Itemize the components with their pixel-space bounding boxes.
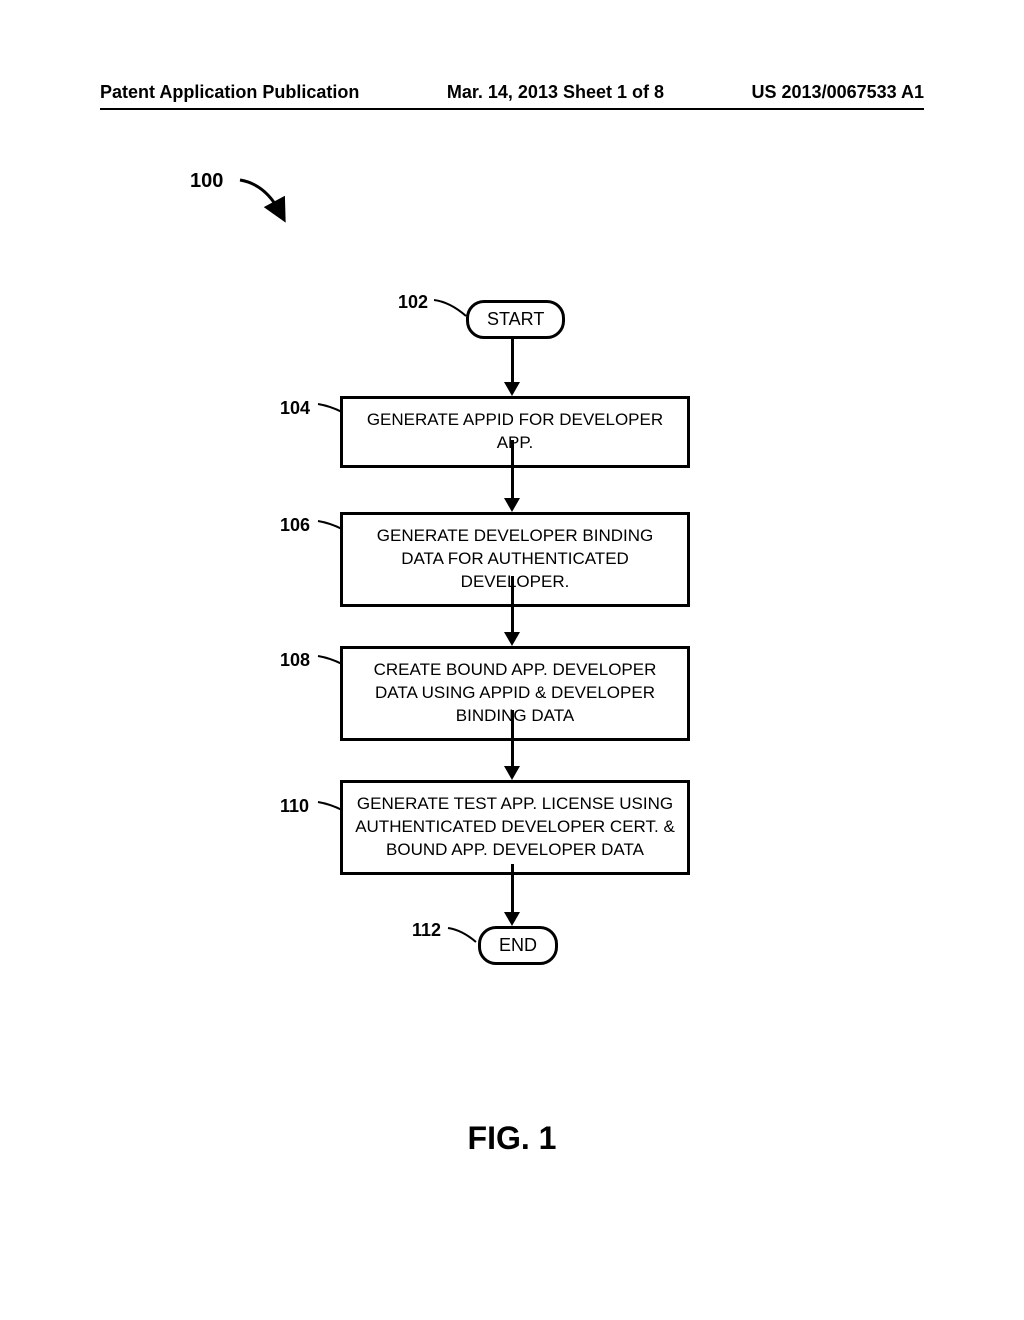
arrow-1 <box>504 382 520 396</box>
header-left: Patent Application Publication <box>100 82 359 103</box>
arrow-2 <box>504 498 520 512</box>
arrow-3 <box>504 632 520 646</box>
figure-caption: FIG. 1 <box>0 1120 1024 1157</box>
ref-104: 104 <box>280 398 310 419</box>
header-center: Mar. 14, 2013 Sheet 1 of 8 <box>447 82 664 103</box>
connector-1 <box>511 336 514 384</box>
connector-4 <box>511 710 514 768</box>
lead-112 <box>446 926 482 946</box>
ref-112: 112 <box>412 920 441 941</box>
start-terminal: START <box>466 300 565 339</box>
ref-102: 102 <box>398 292 428 313</box>
arrow-4 <box>504 766 520 780</box>
arrow-5 <box>504 912 520 926</box>
ref-110: 110 <box>280 796 309 817</box>
step-108-box: CREATE BOUND APP. DEVELOPER DATA USING A… <box>340 646 690 741</box>
header-divider <box>100 108 924 110</box>
end-terminal: END <box>478 926 558 965</box>
connector-3 <box>511 576 514 634</box>
connector-2 <box>511 440 514 500</box>
flowchart-diagram: 100 102 START 104 GENERATE APPID FOR DEV… <box>0 140 1024 1140</box>
ref-108: 108 <box>280 650 310 671</box>
step-106-box: GENERATE DEVELOPER BINDING DATA FOR AUTH… <box>340 512 690 607</box>
step-110-box: GENERATE TEST APP. LICENSE USING AUTHENT… <box>340 780 690 875</box>
header-right: US 2013/0067533 A1 <box>752 82 924 103</box>
step-104-box: GENERATE APPID FOR DEVELOPER APP. <box>340 396 690 468</box>
ref-106: 106 <box>280 515 310 536</box>
ref-100-arrow <box>235 172 295 227</box>
ref-100: 100 <box>190 170 223 193</box>
connector-5 <box>511 864 514 914</box>
